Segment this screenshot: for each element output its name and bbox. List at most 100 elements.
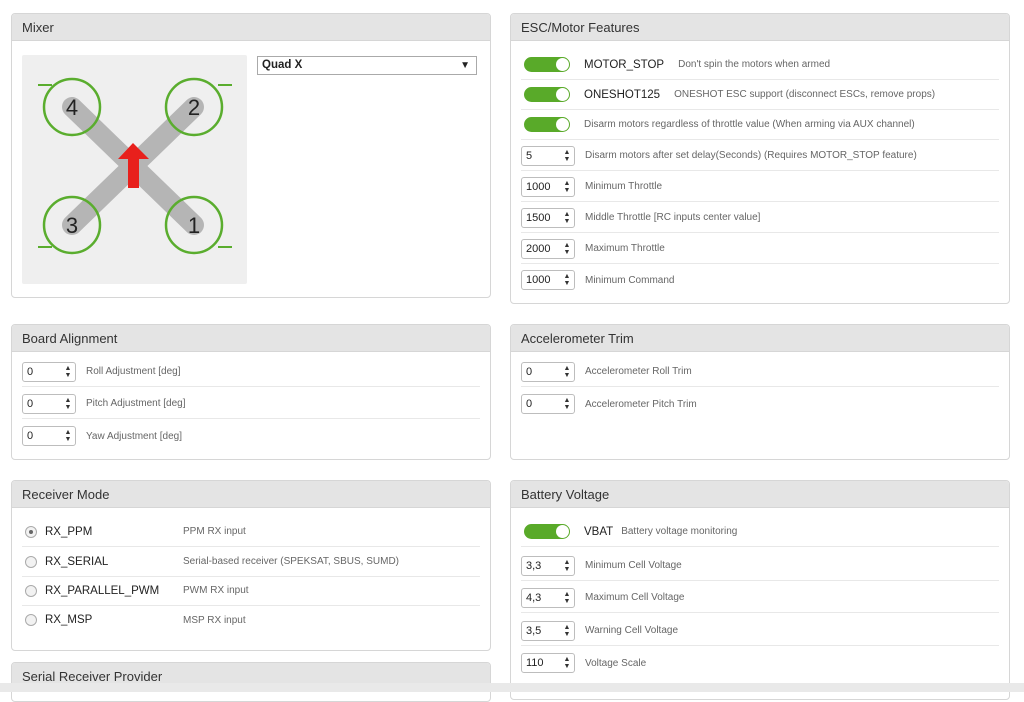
spinner-arrows-icon[interactable]: ▲ ▼: [563, 397, 571, 411]
min-cell-voltage-input[interactable]: 3,3 ▲ ▼: [521, 555, 575, 576]
svg-text:3: 3: [66, 213, 78, 238]
rx-ppm-radio[interactable]: [25, 525, 37, 538]
spinner-arrows-icon[interactable]: ▲ ▼: [64, 397, 72, 411]
setting-label: Accelerometer Roll Trim: [585, 366, 692, 377]
rx-parallel-pwm-radio[interactable]: [25, 584, 37, 597]
spin-value: 110: [526, 657, 544, 669]
spin-value: 5: [526, 149, 533, 162]
feature-row: Disarm motors regardless of throttle val…: [521, 110, 999, 140]
acc-pitch-trim-input[interactable]: 0 ▲ ▼: [521, 394, 575, 414]
spinner-arrows-icon[interactable]: ▲ ▼: [563, 211, 571, 225]
feature-desc: Battery voltage monitoring: [621, 526, 738, 537]
receiver-option[interactable]: RX_PARALLEL_PWM PWM RX input: [22, 576, 480, 606]
spinner-arrows-icon[interactable]: ▲ ▼: [563, 365, 571, 379]
battery-voltage-title: Battery Voltage: [511, 481, 1009, 508]
min-throttle-input[interactable]: 1000 ▲ ▼: [521, 176, 575, 197]
feature-row: MOTOR_STOP Don't spin the motors when ar…: [521, 50, 999, 80]
voltage-scale-input[interactable]: 110 ▲ ▼: [521, 653, 575, 673]
setting-row: 1500 ▲ ▼ Middle Throttle [RC inputs cente…: [521, 203, 999, 233]
spinner-arrows-icon[interactable]: ▲ ▼: [563, 624, 571, 638]
setting-label: Maximum Cell Voltage: [585, 592, 685, 603]
setting-label: Minimum Throttle: [585, 181, 663, 192]
spinner-arrows-icon[interactable]: ▲ ▼: [64, 429, 72, 443]
motor-3: 3: [38, 195, 102, 255]
spinner-arrows-icon[interactable]: ▲ ▼: [64, 365, 72, 379]
receiver-desc: Serial-based receiver (SPEKSAT, SBUS, SU…: [183, 556, 399, 567]
spin-value: 2000: [526, 242, 551, 255]
receiver-mode-title: Receiver Mode: [12, 481, 490, 508]
receiver-name: RX_SERIAL: [45, 555, 109, 568]
feature-row: ONESHOT125 ONESHOT ESC support (disconne…: [521, 80, 999, 110]
battery-voltage-panel: Battery Voltage VBAT Battery voltage mon…: [510, 480, 1010, 700]
vbat-toggle[interactable]: [524, 524, 570, 539]
setting-row: 1000 ▲ ▼ Minimum Throttle: [521, 172, 999, 202]
setting-row: 1000 ▲ ▼ Minimum Command: [521, 265, 999, 295]
esc-motor-panel: ESC/Motor Features MOTOR_STOP Don't spin…: [510, 13, 1010, 304]
spin-value: 1000: [526, 180, 551, 193]
yaw-adjust-input[interactable]: 0 ▲ ▼: [22, 426, 76, 446]
chevron-down-icon: ▼: [460, 60, 470, 71]
setting-label: Maximum Throttle: [585, 243, 665, 254]
setting-label: Minimum Cell Voltage: [585, 560, 682, 571]
receiver-name: RX_MSP: [45, 614, 93, 626]
receiver-mode-panel: Receiver Mode RX_PPM PPM RX input RX_SER…: [11, 480, 491, 651]
setting-row: 4,3 ▲ ▼ Maximum Cell Voltage: [521, 583, 999, 613]
setting-row: 2000 ▲ ▼ Maximum Throttle: [521, 234, 999, 264]
disarm-delay-input[interactable]: 5 ▲ ▼: [521, 145, 575, 166]
feature-row: VBAT Battery voltage monitoring: [521, 517, 999, 547]
min-command-input[interactable]: 1000 ▲ ▼: [521, 270, 575, 290]
receiver-name: RX_PPM: [45, 525, 93, 538]
spin-value: 3,3: [526, 559, 542, 572]
receiver-desc: PWM RX input: [183, 585, 249, 596]
spin-value: 0: [526, 365, 533, 378]
roll-adjust-input[interactable]: 0 ▲ ▼: [22, 361, 76, 382]
spin-value: 0: [526, 398, 533, 410]
motor-stop-toggle[interactable]: [524, 57, 570, 72]
setting-row: 0 ▲ ▼ Accelerometer Roll Trim: [521, 357, 999, 387]
spinner-arrows-icon[interactable]: ▲ ▼: [563, 149, 571, 163]
spinner-arrows-icon[interactable]: ▲ ▼: [563, 591, 571, 605]
setting-label: Minimum Command: [585, 274, 675, 286]
spinner-arrows-icon[interactable]: ▲ ▼: [563, 559, 571, 573]
svg-text:2: 2: [188, 95, 200, 120]
acc-roll-trim-input[interactable]: 0 ▲ ▼: [521, 361, 575, 382]
max-cell-voltage-input[interactable]: 4,3 ▲ ▼: [521, 587, 575, 608]
spinner-arrows-icon[interactable]: ▲ ▼: [563, 273, 571, 287]
setting-label: Disarm motors after set delay(Seconds) (…: [585, 150, 917, 161]
feature-desc: ONESHOT ESC support (disconnect ESCs, re…: [674, 89, 936, 100]
rx-serial-radio[interactable]: [25, 555, 37, 568]
spin-value: 1000: [526, 274, 551, 286]
warning-cell-voltage-input[interactable]: 3,5 ▲ ▼: [521, 620, 575, 641]
spinner-arrows-icon[interactable]: ▲ ▼: [563, 180, 571, 194]
board-alignment-title: Board Alignment: [12, 325, 490, 352]
setting-label: Yaw Adjustment [deg]: [86, 430, 182, 442]
mixer-type-select[interactable]: Quad X ▼: [257, 56, 477, 75]
accelerometer-trim-title: Accelerometer Trim: [511, 325, 1009, 352]
receiver-option[interactable]: RX_MSP MSP RX input: [22, 605, 480, 635]
setting-label: Middle Throttle [RC inputs center value]: [585, 212, 761, 223]
receiver-option[interactable]: RX_PPM PPM RX input: [22, 517, 480, 547]
setting-row: 0 ▲ ▼ Pitch Adjustment [deg]: [22, 389, 480, 419]
setting-label: Voltage Scale: [585, 657, 647, 669]
mixer-type-value: Quad X: [262, 59, 303, 71]
mid-throttle-input[interactable]: 1500 ▲ ▼: [521, 207, 575, 228]
setting-row: 0 ▲ ▼ Yaw Adjustment [deg]: [22, 421, 480, 451]
receiver-desc: PPM RX input: [183, 526, 246, 537]
pitch-adjust-input[interactable]: 0 ▲ ▼: [22, 393, 76, 414]
disarm-motors-toggle[interactable]: [524, 117, 570, 132]
serial-receiver-provider-panel: Serial Receiver Provider: [11, 662, 491, 702]
rx-msp-radio[interactable]: [25, 614, 37, 626]
spinner-arrows-icon[interactable]: ▲ ▼: [563, 656, 571, 670]
esc-motor-title: ESC/Motor Features: [511, 14, 1009, 41]
setting-row: 110 ▲ ▼ Voltage Scale: [521, 648, 999, 678]
spinner-arrows-icon[interactable]: ▲ ▼: [563, 242, 571, 256]
max-throttle-input[interactable]: 2000 ▲ ▼: [521, 238, 575, 259]
setting-label: Roll Adjustment [deg]: [86, 366, 181, 377]
setting-row: 3,3 ▲ ▼ Minimum Cell Voltage: [521, 551, 999, 581]
oneshot125-toggle[interactable]: [524, 87, 570, 102]
receiver-option[interactable]: RX_SERIAL Serial-based receiver (SPEKSAT…: [22, 547, 480, 577]
feature-name: ONESHOT125: [584, 88, 661, 101]
setting-row: 0 ▲ ▼ Accelerometer Pitch Trim: [521, 389, 999, 419]
setting-label: Pitch Adjustment [deg]: [86, 398, 186, 409]
board-alignment-panel: Board Alignment 0 ▲ ▼ Roll Adjustment [de…: [11, 324, 491, 460]
